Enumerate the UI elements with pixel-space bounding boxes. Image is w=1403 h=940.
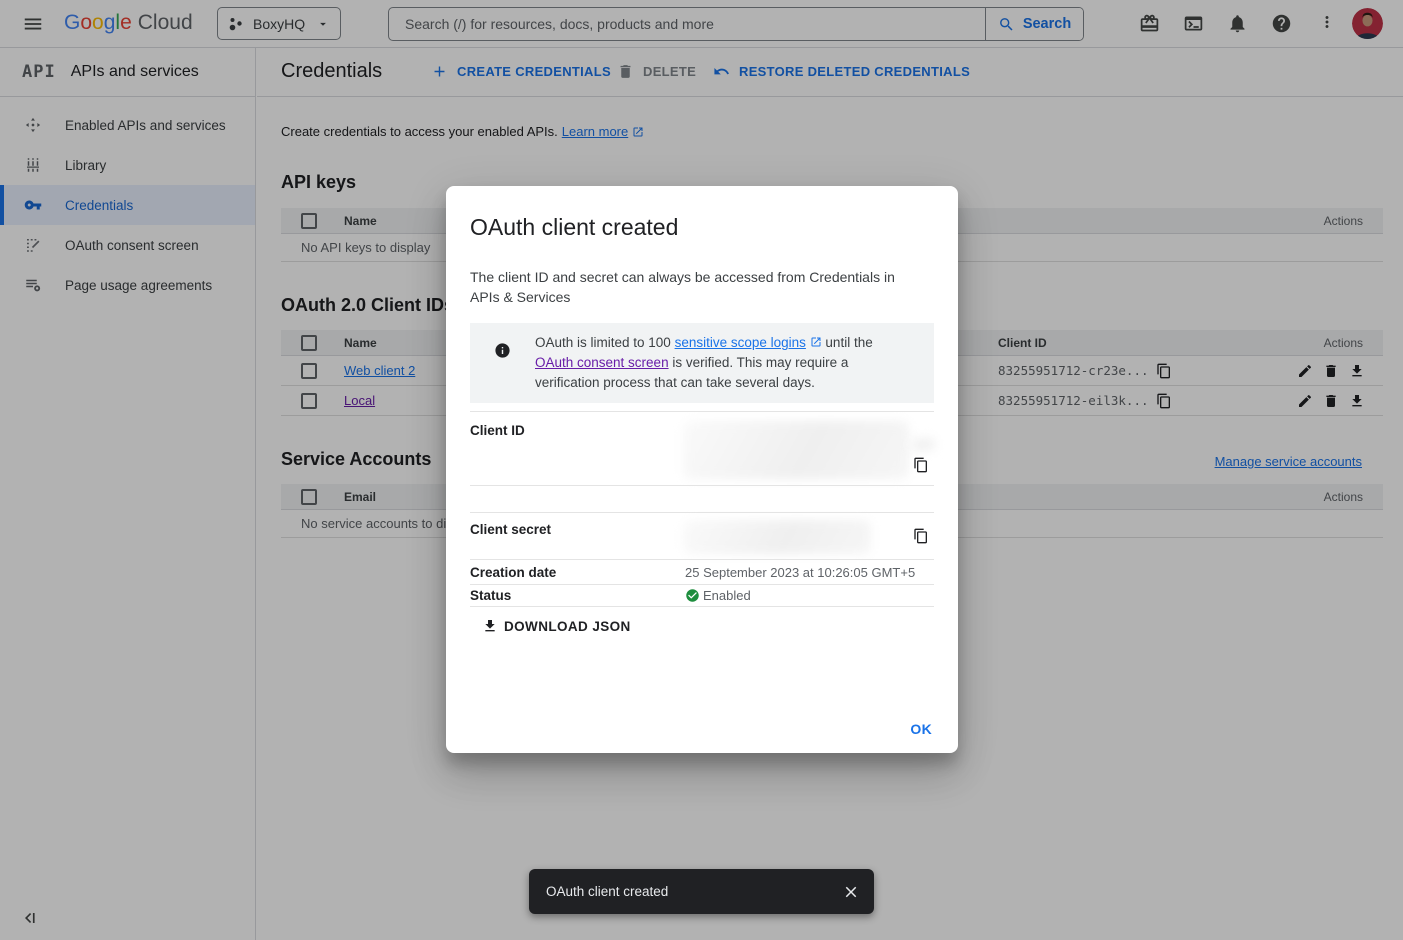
client-id-label: Client ID — [470, 423, 525, 438]
download-icon — [482, 618, 498, 634]
dialog-title: OAuth client created — [470, 214, 934, 241]
google-cloud-console: Google Cloud BoxyHQ Search — [0, 0, 1403, 940]
dialog-fields: Client ID Client secret Creation date 25… — [470, 411, 934, 607]
oauth-limit-notice: OAuth is limited to 100 sensitive scope … — [470, 323, 934, 403]
sensitive-scope-logins-link[interactable]: sensitive scope logins — [675, 335, 806, 350]
download-json-button[interactable]: DOWNLOAD JSON — [482, 618, 631, 634]
check-circle-icon — [685, 588, 700, 603]
toast: OAuth client created — [529, 869, 874, 914]
open-in-new-icon — [810, 336, 822, 348]
client-id-redacted-value — [683, 421, 909, 479]
spacer-row — [470, 485, 934, 512]
notice-text: OAuth is limited to 100 sensitive scope … — [535, 333, 910, 393]
ok-button[interactable]: OK — [910, 721, 932, 737]
notice-mid: until the — [822, 335, 873, 350]
client-secret-label: Client secret — [470, 522, 551, 537]
creation-date-value: 25 September 2023 at 10:26:05 GMT+5 — [685, 565, 915, 580]
client-id-redacted-value — [908, 438, 936, 451]
oauth-consent-screen-link[interactable]: OAuth consent screen — [535, 355, 669, 370]
creation-date-row: Creation date 25 September 2023 at 10:26… — [470, 559, 934, 584]
dialog-body-text: The client ID and secret can always be a… — [470, 267, 915, 307]
close-icon[interactable] — [842, 883, 860, 901]
copy-icon[interactable] — [913, 528, 929, 544]
copy-icon[interactable] — [913, 457, 929, 473]
status-badge: Enabled — [685, 588, 751, 603]
download-json-label: DOWNLOAD JSON — [504, 619, 631, 634]
status-label: Status — [470, 588, 511, 603]
toast-message: OAuth client created — [546, 884, 842, 899]
creation-date-label: Creation date — [470, 565, 556, 580]
info-icon — [494, 342, 511, 359]
oauth-client-created-dialog: OAuth client created The client ID and s… — [446, 186, 958, 753]
client-secret-row: Client secret — [470, 512, 934, 559]
notice-pre: OAuth is limited to 100 — [535, 335, 675, 350]
client-secret-redacted-value — [683, 520, 871, 554]
client-id-row: Client ID — [470, 411, 934, 485]
status-value: Enabled — [703, 588, 751, 603]
status-row: Status Enabled — [470, 584, 934, 607]
